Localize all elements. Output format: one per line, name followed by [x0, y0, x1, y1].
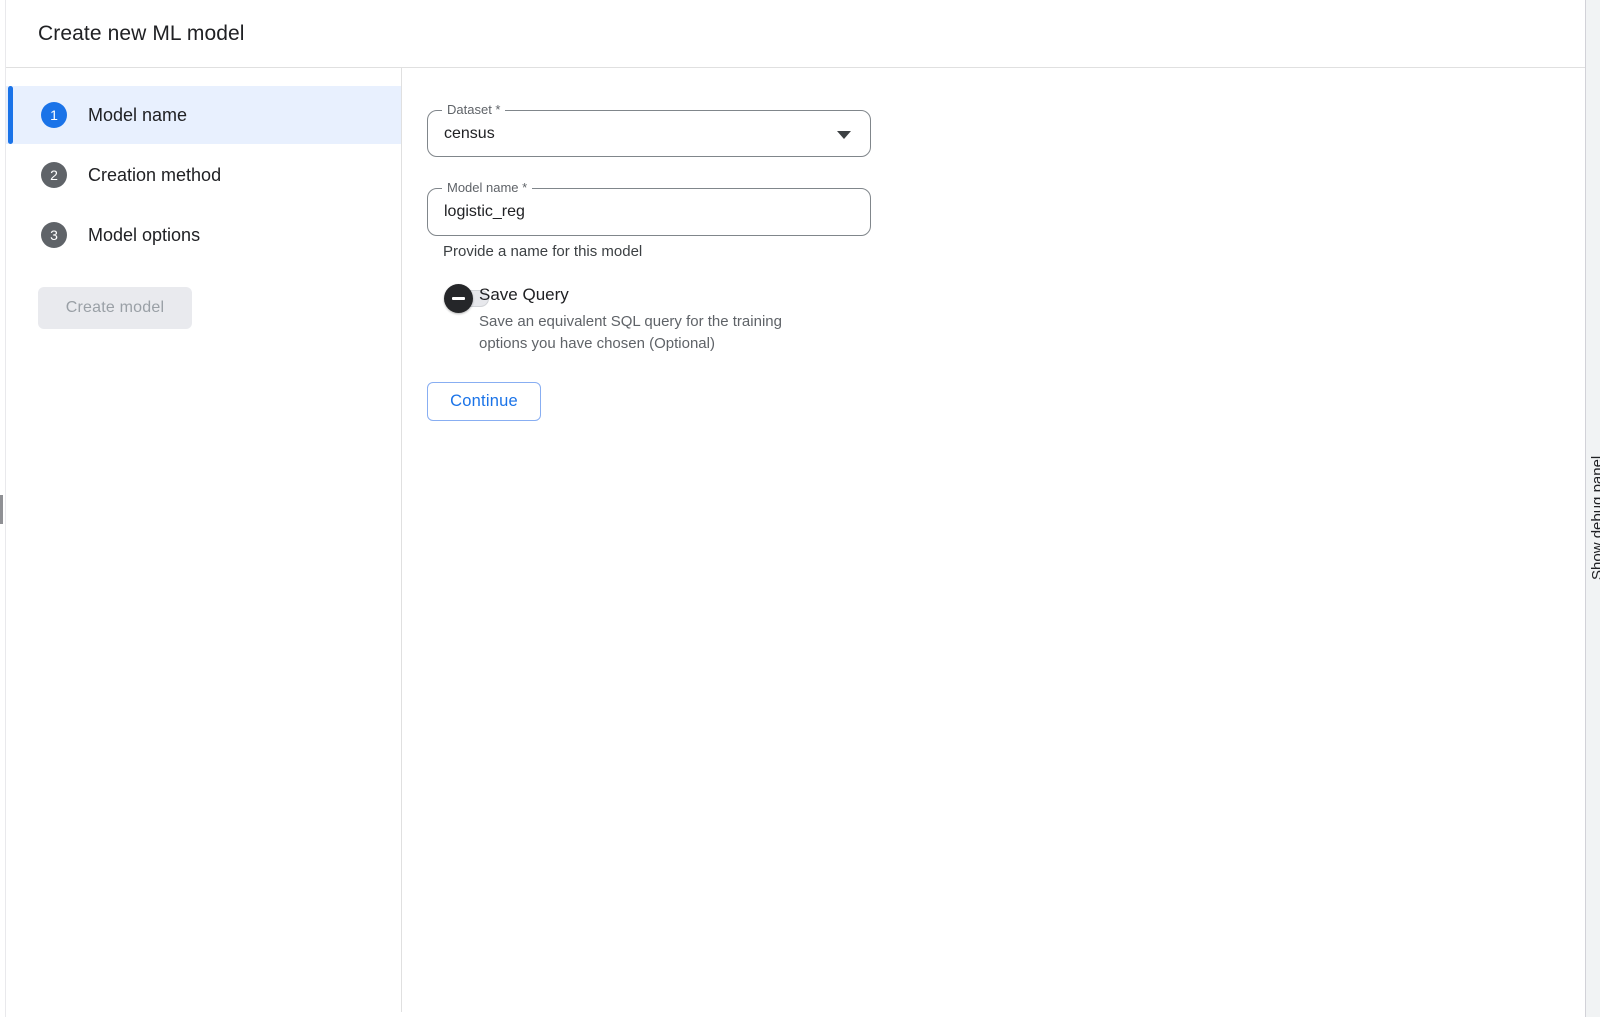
stepper-sidebar: 1 Model name 2 Creation method 3 Model o… [6, 68, 402, 1012]
dataset-value: census [444, 125, 495, 143]
dialog-header: Create new ML model [6, 0, 1585, 68]
step-model-options[interactable]: 3 Model options [6, 206, 401, 264]
continue-button[interactable]: Continue [427, 382, 541, 421]
toggle-thumb [444, 284, 473, 313]
model-name-helper-text: Provide a name for this model [443, 243, 642, 260]
model-name-label: Model name * [442, 180, 532, 195]
debug-panel-rail: Show debug panel [1585, 0, 1600, 1017]
model-name-input[interactable]: Model name * logistic_reg [427, 188, 871, 236]
left-edge-handle [0, 495, 3, 524]
step-number-badge: 3 [41, 222, 67, 248]
step-model-name[interactable]: 1 Model name [6, 86, 401, 144]
step-number-badge: 2 [41, 162, 67, 188]
show-debug-panel-tab[interactable]: Show debug panel [1589, 420, 1600, 590]
step-label: Creation method [88, 165, 221, 186]
create-model-button[interactable]: Create model [38, 287, 192, 329]
dataset-select[interactable]: Dataset * census [427, 110, 871, 157]
dialog-title: Create new ML model [38, 22, 245, 46]
create-ml-model-dialog: Create new ML model 1 Model name 2 Creat… [0, 0, 1600, 1017]
form-panel: Dataset * census Model name * logistic_r… [402, 68, 1585, 1012]
dataset-label: Dataset * [442, 102, 505, 117]
step-label: Model name [88, 105, 187, 126]
save-query-label: Save Query [479, 285, 569, 305]
minus-icon [452, 297, 465, 300]
step-creation-method[interactable]: 2 Creation method [6, 146, 401, 204]
show-debug-panel-label: Show debug panel [1589, 456, 1600, 580]
save-query-description: Save an equivalent SQL query for the tra… [479, 311, 819, 354]
step-number-badge: 1 [41, 102, 67, 128]
model-name-value: logistic_reg [444, 203, 525, 221]
dropdown-arrow-icon [837, 131, 851, 139]
active-step-indicator [8, 86, 13, 144]
step-label: Model options [88, 225, 200, 246]
